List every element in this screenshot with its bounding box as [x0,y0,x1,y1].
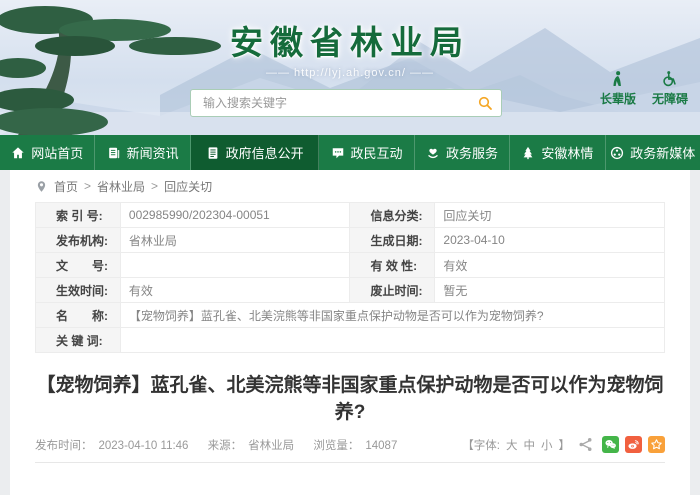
news-icon [108,147,119,158]
table-row: 关 键 词: [35,327,666,353]
effective-time-label: 生效时间: [35,277,121,303]
search-input[interactable] [191,96,469,110]
chat-icon [332,147,343,158]
media-circle-icon [611,146,624,159]
views-label: 浏览量： [313,439,360,452]
nav-item-services[interactable]: 政务服务 [415,135,511,170]
page: 安徽省林业局 —— http://lyj.ah.gov.cn/ —— 长辈版 [0,0,700,495]
wechat-share-button[interactable] [602,436,619,453]
content-area: 首页 > 省林业局 > 回应关切 索 引 号: 002985990/202304… [10,170,690,495]
search-button[interactable] [469,90,501,116]
publish-time-value: 2023-04-10 11:46 [98,439,189,452]
nav-label: 网站首页 [31,146,84,161]
nav-label: 新闻资讯 [126,146,179,161]
keywords-value [119,327,666,353]
repeal-time-value: 暂无 [434,277,665,303]
font-size-label-open: 【字体: [462,439,500,452]
accessibility-link[interactable]: 无障碍 [652,70,688,107]
index-number-label: 索 引 号: [35,202,121,228]
nav-label: 政府信息公开 [225,146,304,161]
search-icon [478,96,492,110]
quick-links: 长辈版 无障碍 [600,70,688,107]
source-label: 来源： [207,439,243,452]
breadcrumb-home[interactable]: 首页 [54,178,78,195]
doc-number-label: 文 号: [35,252,121,278]
generation-date-label: 生成日期: [349,227,436,253]
validity-value: 有效 [434,252,665,278]
views-value: 14087 [365,439,398,452]
home-icon [12,146,24,158]
star-favorite-icon [651,439,662,450]
font-size-large[interactable]: 大 [506,437,518,453]
article-title: 【宠物饲养】蓝孔雀、北美浣熊等非国家重点保护动物是否可以作为宠物饲养? [36,375,664,423]
share-nodes-icon[interactable] [578,437,594,453]
favorite-star-button[interactable] [648,436,665,453]
nav-item-interaction[interactable]: 政民互动 [319,135,415,170]
nav-label: 政务服务 [445,146,498,161]
breadcrumb-bureau[interactable]: 省林业局 [97,178,145,195]
table-row: 发布机构: 省林业局 生成日期: 2023-04-10 [35,227,665,253]
font-size-small[interactable]: 小 [541,437,553,453]
nav-label: 政民互动 [350,146,403,161]
heart-service-icon [428,148,438,158]
publish-time-label: 发布时间： [35,439,93,452]
wechat-icon [605,439,616,449]
generation-date-value: 2023-04-10 [434,227,665,253]
site-url: —— http://lyj.ah.gov.cn/ —— [265,67,434,79]
table-row: 生效时间: 有效 废止时间: 暂无 [35,277,665,303]
name-label: 名 称: [35,302,121,328]
effective-time-value: 有效 [119,277,351,303]
search-box [190,89,502,117]
banner: 安徽省林业局 —— http://lyj.ah.gov.cn/ —— 长辈版 [0,0,700,135]
font-size-label-close: 】 [558,439,571,452]
nav-label: 安徽林情 [541,146,594,161]
document-info-table: 索 引 号: 002985990/202304-00051 信息分类: 回应关切… [35,202,666,353]
nav-item-news[interactable]: 新闻资讯 [95,135,191,170]
weibo-share-button[interactable] [625,436,642,453]
name-value: 【宠物饲养】蓝孔雀、北美浣熊等非国家重点保护动物是否可以作为宠物饲养? [119,302,666,328]
weibo-icon [628,440,639,449]
keywords-label: 关 键 词: [35,327,121,353]
validity-label: 有 效 性: [349,252,436,278]
issuing-agency-label: 发布机构: [35,227,121,253]
breadcrumb-current: 回应关切 [164,179,213,194]
wheelchair-icon [663,71,677,87]
elder-person-icon [613,71,622,86]
elder-version-link[interactable]: 长辈版 [600,70,636,107]
table-row: 文 号: 有 效 性: 有效 [35,252,665,278]
repeal-time-label: 废止时间: [349,277,436,303]
site-title: 安徽省林业局 [230,24,470,61]
location-pin-icon [37,180,46,192]
source-value: 省林业局 [248,439,295,452]
nav-item-new-media[interactable]: 政务新媒体 [606,135,700,170]
breadcrumb-separator: > [84,179,92,193]
document-icon [208,146,217,159]
tree-icon [523,146,533,159]
info-category-value: 回应关切 [434,202,665,228]
nav-item-gov-info[interactable]: 政府信息公开 [190,135,320,170]
elder-version-label: 长辈版 [599,92,636,106]
info-category-label: 信息分类: [349,202,436,228]
issuing-agency-value: 省林业局 [119,227,351,253]
table-row: 名 称: 【宠物饲养】蓝孔雀、北美浣熊等非国家重点保护动物是否可以作为宠物饲养? [35,302,666,328]
nav-label: 政务新媒体 [630,146,696,161]
breadcrumb-separator: > [151,179,159,193]
article-meta-row: 发布时间： 2023-04-10 11:46 来源： 省林业局 浏览量： 14087 … [35,436,665,463]
index-number-value: 002985990/202304-00051 [119,202,351,228]
table-row: 索 引 号: 002985990/202304-00051 信息分类: 回应关切 [35,202,665,228]
breadcrumb: 首页 > 省林业局 > 回应关切 [35,170,665,202]
accessibility-label: 无障碍 [651,92,688,106]
article-meta-right: 【字体: 大 中 小 】 [462,436,665,453]
main-nav: 网站首页 新闻资讯 政府信息公开 政民互动 政务服务 安徽林情 政务新媒体 [0,135,700,170]
article-meta-left: 发布时间： 2023-04-10 11:46 来源： 省林业局 浏览量： 14087 [35,437,403,453]
nav-item-forestry[interactable]: 安徽林情 [510,135,606,170]
nav-item-home[interactable]: 网站首页 [0,135,96,170]
doc-number-value [119,252,351,278]
font-size-medium[interactable]: 中 [524,437,536,453]
